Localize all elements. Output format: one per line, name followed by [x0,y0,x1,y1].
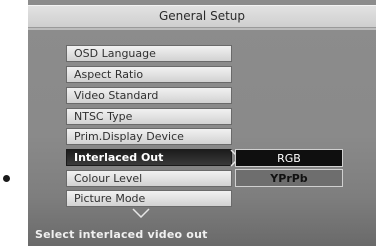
menu-item-interlaced-out[interactable]: Interlaced Out [66,149,232,166]
menu-item-colour-level[interactable]: Colour Level [66,170,232,187]
osd-screen: General Setup OSD Language Aspect Ratio … [28,0,376,246]
menu-item-picture-mode[interactable]: Picture Mode [66,190,232,207]
menu-item-video-standard[interactable]: Video Standard [66,87,232,104]
submenu-option-yprpb[interactable]: YPrPb [235,169,343,187]
menu-item-aspect-ratio[interactable]: Aspect Ratio [66,66,232,83]
chevron-down-icon[interactable] [132,208,150,218]
menu-item-ntsc-type[interactable]: NTSC Type [66,108,232,125]
submenu-option-rgb[interactable]: RGB [235,149,343,167]
menu-item-prim-display-device[interactable]: Prim.Display Device [66,128,232,145]
bullet-dot [3,175,10,182]
title-divider [28,28,376,30]
status-text: Select interlaced video out [35,228,208,241]
page-title: General Setup [28,5,376,28]
menu-item-osd-language[interactable]: OSD Language [66,45,232,62]
